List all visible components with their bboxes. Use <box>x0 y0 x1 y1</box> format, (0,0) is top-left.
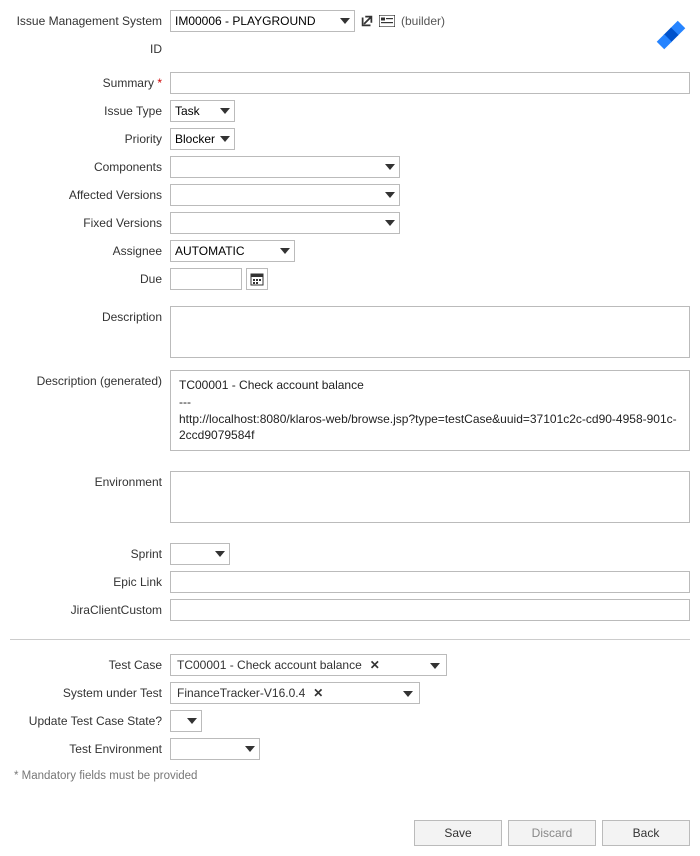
issue-type-select[interactable]: Task <box>170 100 235 122</box>
update-state-select[interactable] <box>170 710 202 732</box>
assignee-label: Assignee <box>10 240 170 258</box>
jira-custom-label: JiraClientCustom <box>10 599 170 617</box>
mandatory-note: * Mandatory fields must be provided <box>14 770 690 782</box>
due-input[interactable] <box>170 268 242 290</box>
save-button[interactable]: Save <box>414 820 502 846</box>
jira-custom-input[interactable] <box>170 599 690 621</box>
id-label: ID <box>10 38 170 56</box>
sut-label: System under Test <box>10 682 170 700</box>
components-select[interactable] <box>170 156 400 178</box>
description-label: Description <box>10 306 170 324</box>
sut-clear-icon[interactable]: ✕ <box>311 686 325 700</box>
priority-select[interactable]: Blocker <box>170 128 235 150</box>
ims-label: Issue Management System <box>10 10 170 28</box>
fixed-versions-label: Fixed Versions <box>10 212 170 230</box>
affected-versions-select[interactable] <box>170 184 400 206</box>
assignee-select[interactable]: AUTOMATIC <box>170 240 295 262</box>
epic-link-label: Epic Link <box>10 571 170 589</box>
test-case-label: Test Case <box>10 654 170 672</box>
card-icon[interactable] <box>379 13 395 29</box>
due-label: Due <box>10 268 170 286</box>
sut-select[interactable]: FinanceTracker-V16.0.4 ✕ <box>170 682 420 704</box>
environment-label: Environment <box>10 471 170 489</box>
affected-versions-label: Affected Versions <box>10 184 170 202</box>
update-state-label: Update Test Case State? <box>10 710 170 728</box>
issue-type-label: Issue Type <box>10 100 170 118</box>
test-case-select[interactable]: TC00001 - Check account balance ✕ <box>170 654 447 676</box>
discard-button[interactable]: Discard <box>508 820 596 846</box>
calendar-icon[interactable] <box>246 268 268 290</box>
summary-input[interactable] <box>170 72 690 94</box>
fixed-versions-select[interactable] <box>170 212 400 234</box>
priority-label: Priority <box>10 128 170 146</box>
ims-select[interactable]: IM00006 - PLAYGROUND <box>170 10 355 32</box>
open-external-icon[interactable] <box>359 13 375 29</box>
summary-label: Summary * <box>10 72 170 90</box>
sprint-label: Sprint <box>10 543 170 561</box>
sut-value: FinanceTracker-V16.0.4 <box>177 686 305 700</box>
section-divider <box>10 639 690 640</box>
builder-text: (builder) <box>401 14 445 28</box>
components-label: Components <box>10 156 170 174</box>
environment-textarea[interactable] <box>170 471 690 523</box>
test-case-clear-icon[interactable]: ✕ <box>368 658 382 672</box>
test-env-label: Test Environment <box>10 738 170 756</box>
epic-link-input[interactable] <box>170 571 690 593</box>
description-gen-label: Description (generated) <box>10 370 170 388</box>
back-button[interactable]: Back <box>602 820 690 846</box>
test-env-select[interactable] <box>170 738 260 760</box>
test-case-value: TC00001 - Check account balance <box>177 658 362 672</box>
sprint-select[interactable] <box>170 543 230 565</box>
description-gen-content: TC00001 - Check account balance --- http… <box>170 370 690 451</box>
jira-logo-icon <box>654 18 688 52</box>
description-textarea[interactable] <box>170 306 690 358</box>
